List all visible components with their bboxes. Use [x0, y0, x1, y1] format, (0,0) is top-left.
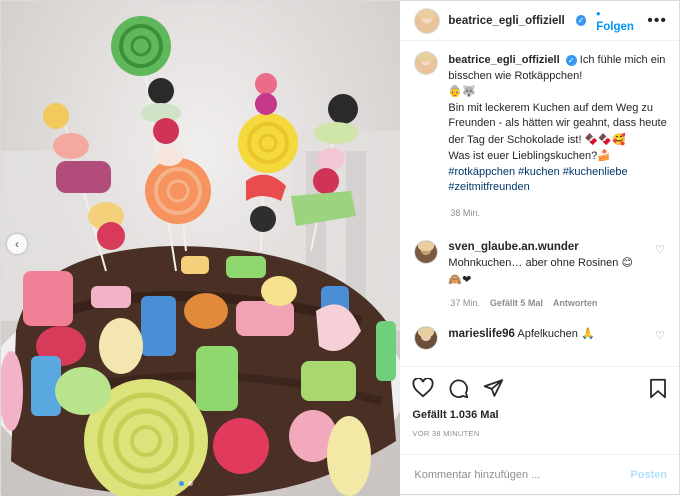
comment-username[interactable]: sven_glaube.an.wunder — [448, 241, 578, 253]
post-caption: beatrice_egli_offiziell ✓ Ich fühle mich… — [414, 51, 667, 196]
post-comment-button[interactable]: Posten — [630, 469, 667, 481]
follow-button[interactable]: • Folgen — [596, 9, 639, 33]
likes-count[interactable]: Gefällt 1.036 Mal — [412, 409, 667, 421]
hashtag-link[interactable]: #kuchen — [518, 166, 560, 178]
carousel-dot — [188, 481, 193, 486]
follow-label: Folgen — [596, 20, 634, 33]
comment-text: Mohnkuchen… aber ohne Rosinen — [448, 257, 619, 269]
carousel-indicator — [179, 481, 193, 486]
caption-age: 38 Min. — [450, 207, 480, 218]
caption-line-3: Was ist euer Lieblingskuchen? — [448, 150, 598, 162]
post-sidebar: beatrice_egli_offiziell ✓ • Folgen ••• b… — [400, 1, 679, 494]
commenter-avatar[interactable] — [414, 239, 439, 264]
comment-username[interactable]: marieslife96 — [448, 328, 515, 340]
carousel-prev-button[interactable]: ‹ — [7, 234, 27, 254]
comment-body: sven_glaube.an.wunder Mohnkuchen… aber o… — [448, 240, 667, 289]
comment-input[interactable] — [414, 468, 631, 481]
cake-photo-illustration — [1, 1, 401, 496]
chevron-left-icon: ‹ — [15, 237, 19, 251]
comment-icon[interactable] — [448, 378, 469, 399]
comment-body: marieslife96 Apfelkuchen 🙏 — [448, 326, 620, 350]
comment-text: Apfelkuchen — [517, 328, 578, 340]
caption-username[interactable]: beatrice_egli_offiziell — [448, 54, 559, 66]
hashtag-link[interactable]: #kuchenliebe — [563, 166, 628, 178]
bookmark-icon[interactable] — [649, 378, 667, 399]
comment-like-heart-icon[interactable]: ♡ — [655, 243, 665, 256]
comment-like-heart-icon[interactable]: ♡ — [655, 329, 665, 342]
comments-section: beatrice_egli_offiziell ✓ Ich fühle mich… — [400, 41, 679, 366]
caption-emoji-3: 🍰 — [597, 149, 611, 162]
more-options-icon[interactable]: ••• — [647, 12, 667, 30]
hashtag-link[interactable]: #zeitmitfreunden — [448, 181, 529, 193]
comment-reply-button[interactable]: Antworten — [553, 298, 598, 308]
verified-badge-icon: ✓ — [575, 15, 587, 26]
hashtag-link[interactable]: #rotkäppchen — [448, 166, 515, 178]
heart-icon[interactable] — [412, 378, 434, 398]
carousel-dot-active — [179, 481, 184, 486]
post-dialog: ‹ beatrice_egli_offiziell ✓ • Folgen •••… — [0, 0, 680, 496]
commenter-avatar[interactable] — [414, 326, 439, 350]
share-icon[interactable] — [483, 378, 504, 398]
author-username[interactable]: beatrice_egli_offiziell — [448, 15, 564, 27]
caption-text: beatrice_egli_offiziell ✓ Ich fühle mich… — [448, 53, 667, 196]
verified-badge-icon: ✓ — [565, 54, 577, 66]
action-icons — [412, 375, 667, 401]
comment-item: marieslife96 Apfelkuchen 🙏 ♡ — [414, 326, 667, 350]
comment-item: sven_glaube.an.wunder Mohnkuchen… aber o… — [414, 239, 667, 289]
post-photo[interactable]: ‹ — [1, 1, 401, 496]
comment-composer: Posten — [400, 454, 679, 494]
comment-emoji: 🙏 — [580, 327, 595, 340]
author-avatar[interactable] — [414, 7, 441, 34]
post-header: beatrice_egli_offiziell ✓ • Folgen ••• — [400, 1, 679, 41]
caption-line-2: Bin mit leckerem Kuchen auf dem Weg zu F… — [448, 101, 667, 146]
post-timestamp: VOR 38 MINUTEN — [412, 429, 480, 438]
caption-avatar[interactable] — [414, 51, 439, 75]
caption-emoji-2: 🍫🍫🥰 — [584, 132, 626, 146]
comment-meta: 37 Min. Gefällt 5 Mal Antworten — [450, 298, 667, 308]
caption-emoji-1: 👵🐺 — [448, 85, 476, 98]
comment-likes-link[interactable]: Gefällt 5 Mal — [490, 298, 543, 308]
comment-age: 37 Min. — [450, 298, 480, 308]
